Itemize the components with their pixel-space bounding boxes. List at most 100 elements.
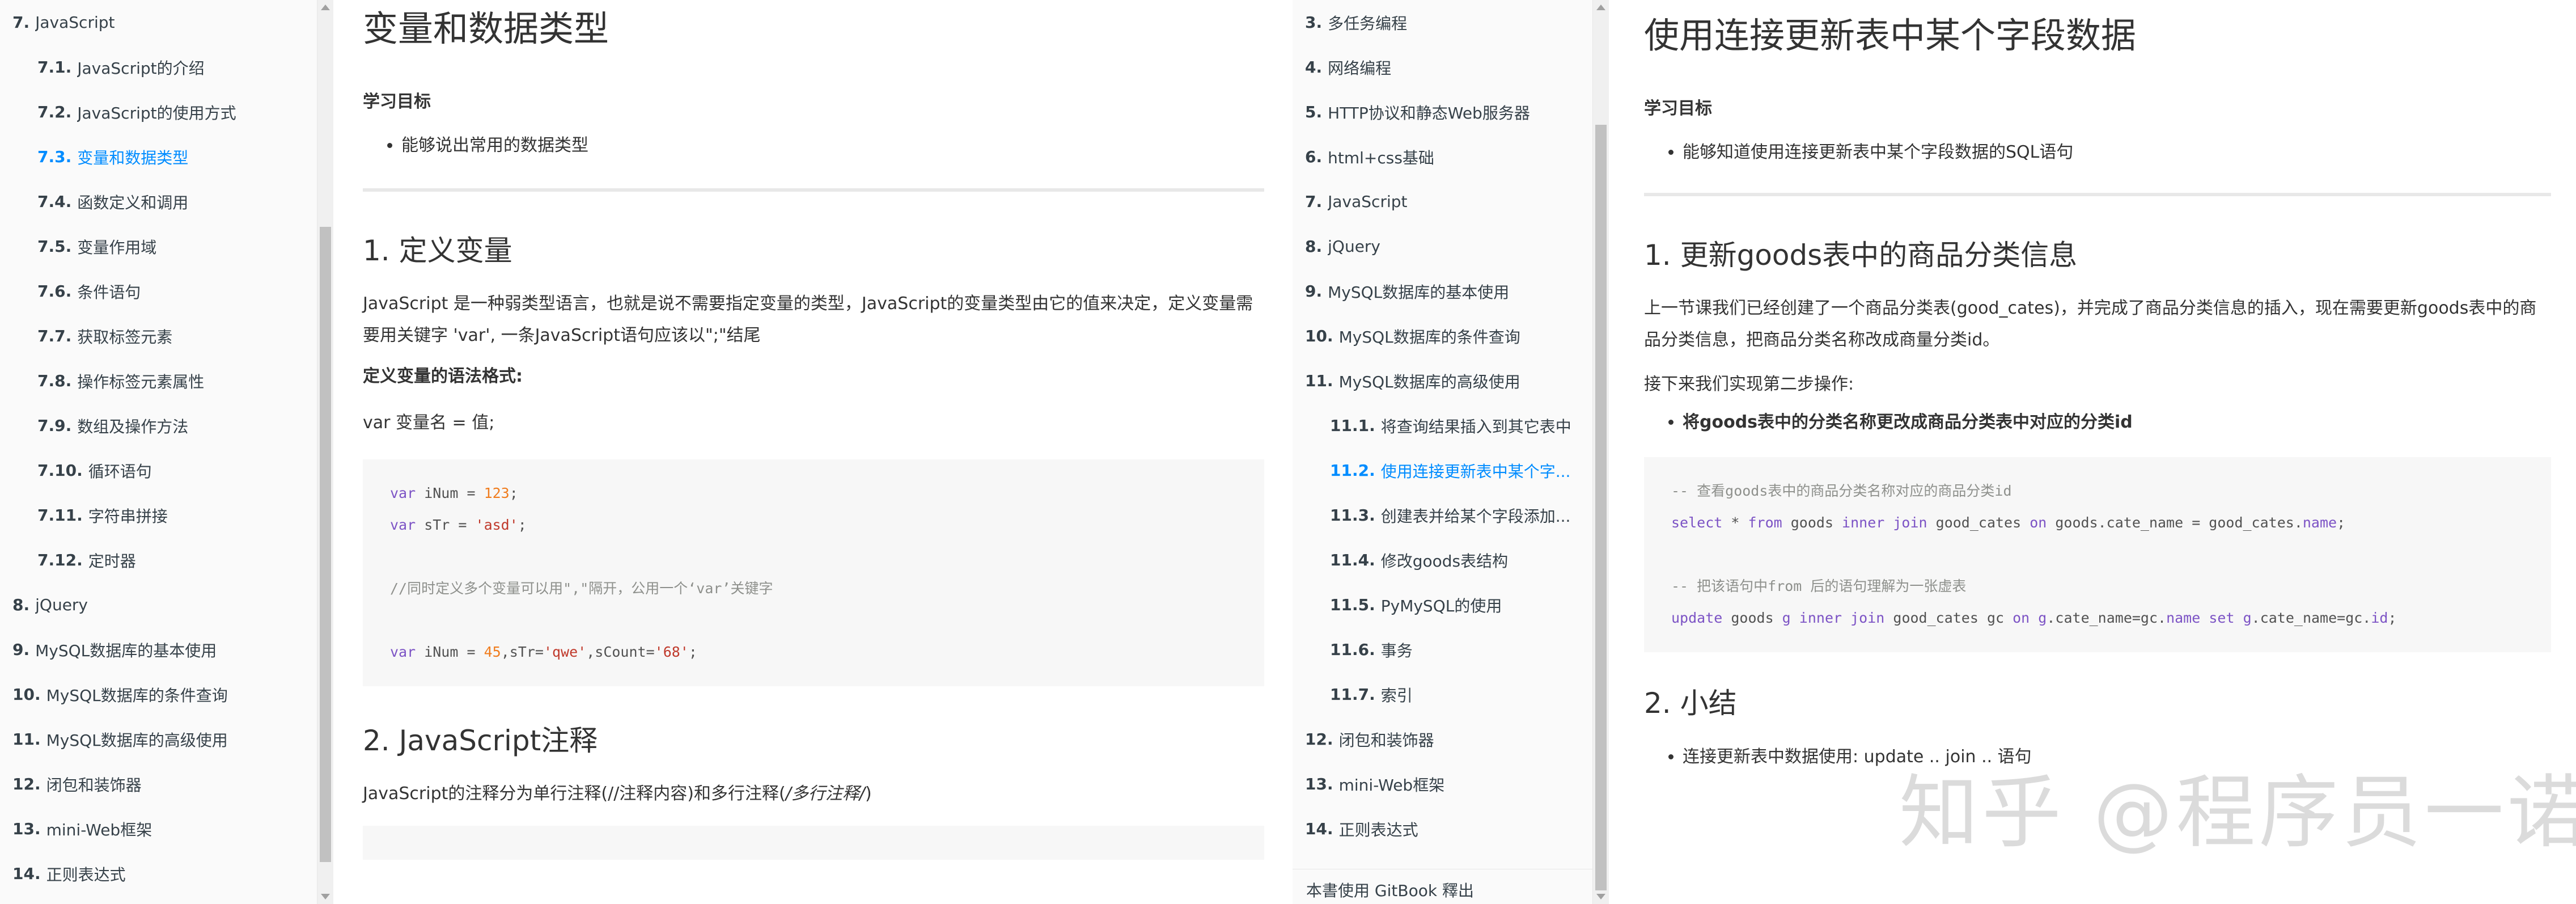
sidebar-item[interactable]: 14. 正则表达式 — [0, 851, 317, 896]
left-sidebar: 7. JavaScript 7.1. JavaScript的介绍 7.2. JavaScr… — [0, 0, 317, 904]
left-scrollbar[interactable] — [317, 0, 333, 904]
sidebar-item-label: 函数定义和调用 — [77, 193, 189, 212]
sidebar-item-label: PyMySQL的使用 — [1380, 596, 1502, 615]
sidebar-item-label: 正则表达式 — [46, 865, 126, 884]
sidebar-item[interactable]: 7.6. 条件语句 — [0, 269, 317, 314]
sidebar-item[interactable]: 10. MySQL数据库的条件查询 — [0, 672, 317, 717]
sidebar-item-number: 7.10. — [37, 461, 83, 480]
sidebar-item-number: 5. — [1305, 103, 1323, 121]
scroll-up-icon[interactable] — [321, 5, 330, 10]
right-content: 使用连接更新表中某个字段数据 学习目标 能够知道使用连接更新表中某个字段数据的S… — [1644, 0, 2551, 771]
scroll-down-icon[interactable] — [321, 894, 330, 899]
sidebar-item[interactable]: 8. jQuery — [0, 582, 317, 627]
section-paragraph: 上一节课我们已经创建了一个商品分类表(good_cates)，并完成了商品分类信… — [1644, 298, 2537, 350]
sidebar-item[interactable]: 7.10. 循环语句 — [0, 448, 317, 493]
sidebar-item-number: 11.5. — [1330, 595, 1375, 614]
sidebar-item-number: 7. — [12, 13, 30, 32]
sidebar-item[interactable]: 11. MySQL数据库的高级使用 — [1293, 358, 1592, 403]
sidebar-item[interactable]: 11.6. 事务 — [1293, 627, 1592, 672]
sidebar-item[interactable]: 9. MySQL数据库的基本使用 — [0, 627, 317, 672]
sidebar-item[interactable]: 7.12. 定时器 — [0, 538, 317, 582]
sidebar-item[interactable]: 10. MySQL数据库的条件查询 — [1293, 314, 1592, 358]
sidebar-item[interactable]: 5. HTTP协议和静态Web服务器 — [1293, 90, 1592, 134]
scroll-up-icon[interactable] — [1596, 5, 1605, 10]
sidebar-item-label: html+css基础 — [1328, 148, 1434, 167]
sidebar-item[interactable]: 7.8. 操作标签元素属性 — [0, 358, 317, 403]
sidebar-item-label: mini-Web框架 — [46, 820, 152, 839]
sidebar-item-number: 13. — [1305, 775, 1333, 793]
sidebar-item[interactable]: 7.4. 函数定义和调用 — [0, 179, 317, 224]
sidebar-item[interactable]: 11.1. 将查询结果插入到其它表中 — [1293, 403, 1592, 448]
sidebar-item-label: JavaScript — [1328, 192, 1408, 211]
sidebar-item[interactable]: 12. 闭包和装饰器 — [1293, 717, 1592, 762]
sidebar-item-number: 7.8. — [37, 371, 72, 390]
sidebar-item[interactable]: 7.2. JavaScript的使用方式 — [0, 90, 317, 134]
sidebar-item[interactable]: 3. 多任务编程 — [1293, 0, 1592, 45]
sidebar-item[interactable]: 11. MySQL数据库的高级使用 — [0, 717, 317, 762]
sidebar-item[interactable]: 7.1. JavaScript的介绍 — [0, 45, 317, 90]
sidebar-item[interactable]: 4. 网络编程 — [1293, 45, 1592, 90]
sidebar-item-label: 条件语句 — [77, 282, 141, 302]
sidebar-item[interactable]: 9. MySQL数据库的基本使用 — [1293, 269, 1592, 314]
sidebar-item[interactable]: 6. html+css基础 — [1293, 134, 1592, 179]
sidebar-item-label: 闭包和装饰器 — [46, 775, 142, 795]
next-step-paragraph: 接下来我们实现第二步操作: — [1644, 374, 1854, 395]
sidebar-item-label: 定时器 — [88, 551, 136, 571]
left-scroll-thumb[interactable] — [320, 227, 331, 862]
sidebar-item-label: MySQL数据库的条件查询 — [1338, 327, 1520, 347]
sidebar-item[interactable]: 11.7. 索引 — [1293, 672, 1592, 717]
section-title-define-variable: 1. 定义变量 — [363, 234, 512, 268]
sidebar-item[interactable]: 7.3. 变量和数据类型 — [0, 134, 317, 179]
right-scrollbar[interactable] — [1593, 0, 1609, 904]
sidebar-item[interactable]: 13. mini-Web框架 — [1293, 762, 1592, 806]
sidebar-item-number: 13. — [12, 819, 41, 838]
scroll-down-icon[interactable] — [1596, 894, 1605, 899]
sidebar-item-label: 使用连接更新表中某个字... — [1380, 462, 1571, 481]
sidebar-item[interactable]: 7.9. 数组及操作方法 — [0, 403, 317, 448]
code-block-sql: -- 查看goods表中的商品分类名称对应的商品分类id select * fro… — [1644, 457, 2551, 653]
section-title-summary: 2. 小结 — [1644, 687, 1737, 720]
sidebar-item-number: 10. — [1305, 327, 1333, 345]
sidebar-item-number: 7.3. — [37, 147, 72, 166]
sidebar-item-number: 7.7. — [37, 327, 72, 345]
sidebar-item-number: 7.4. — [37, 192, 72, 211]
sidebar-item[interactable]: 13. mini-Web框架 — [0, 806, 317, 851]
sidebar-item[interactable]: 12. 闭包和装饰器 — [0, 762, 317, 806]
sidebar-item-number: 7.6. — [37, 282, 72, 301]
sidebar-item-number: 11.7. — [1330, 685, 1375, 704]
sidebar-item-label: JavaScript的使用方式 — [77, 103, 236, 122]
sidebar-item[interactable]: 11.2. 使用连接更新表中某个字... — [1293, 448, 1592, 493]
sidebar-item[interactable]: 14. 正则表达式 — [1293, 806, 1592, 851]
sidebar-item[interactable]: 7.5. 变量作用域 — [0, 224, 317, 269]
right-scroll-thumb[interactable] — [1595, 125, 1607, 890]
sidebar-item-label: 闭包和装饰器 — [1338, 730, 1434, 750]
sidebar-item-number: 11.3. — [1330, 506, 1375, 525]
sidebar-item-label: JavaScript — [35, 13, 115, 32]
goals-label: 学习目标 — [363, 92, 431, 112]
sidebar-item-number: 9. — [1305, 282, 1323, 301]
sidebar-item-label: 创建表并给某个字段添加... — [1380, 506, 1571, 526]
divider — [1644, 193, 2551, 197]
sidebar-item-label: 修改goods表结构 — [1380, 551, 1509, 571]
sidebar-item[interactable]: 7. JavaScript — [0, 0, 317, 45]
sidebar-item[interactable]: 11.3. 创建表并给某个字段添加... — [1293, 493, 1592, 538]
sidebar-item[interactable]: 8. jQuery — [1293, 224, 1592, 269]
sidebar-item[interactable]: 7.11. 字符串拼接 — [0, 493, 317, 538]
goals-label: 学习目标 — [1644, 99, 1712, 119]
sidebar-item-number: 10. — [12, 685, 41, 704]
sidebar-item-number: 8. — [1305, 237, 1323, 256]
goal-item: 能够说出常用的数据类型 — [401, 132, 1264, 160]
sidebar-item[interactable]: 11.4. 修改goods表结构 — [1293, 538, 1592, 582]
sidebar-item[interactable]: 7.7. 获取标签元素 — [0, 314, 317, 358]
gitbook-link[interactable]: 本書使用 GitBook 釋出 — [1293, 869, 1592, 904]
sidebar-item-label: 循环语句 — [88, 462, 152, 481]
sidebar-item-label: jQuery — [1328, 237, 1380, 256]
code-block-partial — [363, 826, 1264, 860]
sidebar-item-number: 14. — [1305, 819, 1333, 838]
sidebar-item[interactable]: 7. JavaScript — [1293, 179, 1592, 224]
sidebar-item-number: 11.4. — [1330, 551, 1375, 569]
sidebar-item-label: 网络编程 — [1328, 58, 1392, 78]
sidebar-item-number: 9. — [12, 640, 30, 659]
sidebar-item-label: jQuery — [35, 595, 88, 614]
sidebar-item[interactable]: 11.5. PyMySQL的使用 — [1293, 582, 1592, 627]
